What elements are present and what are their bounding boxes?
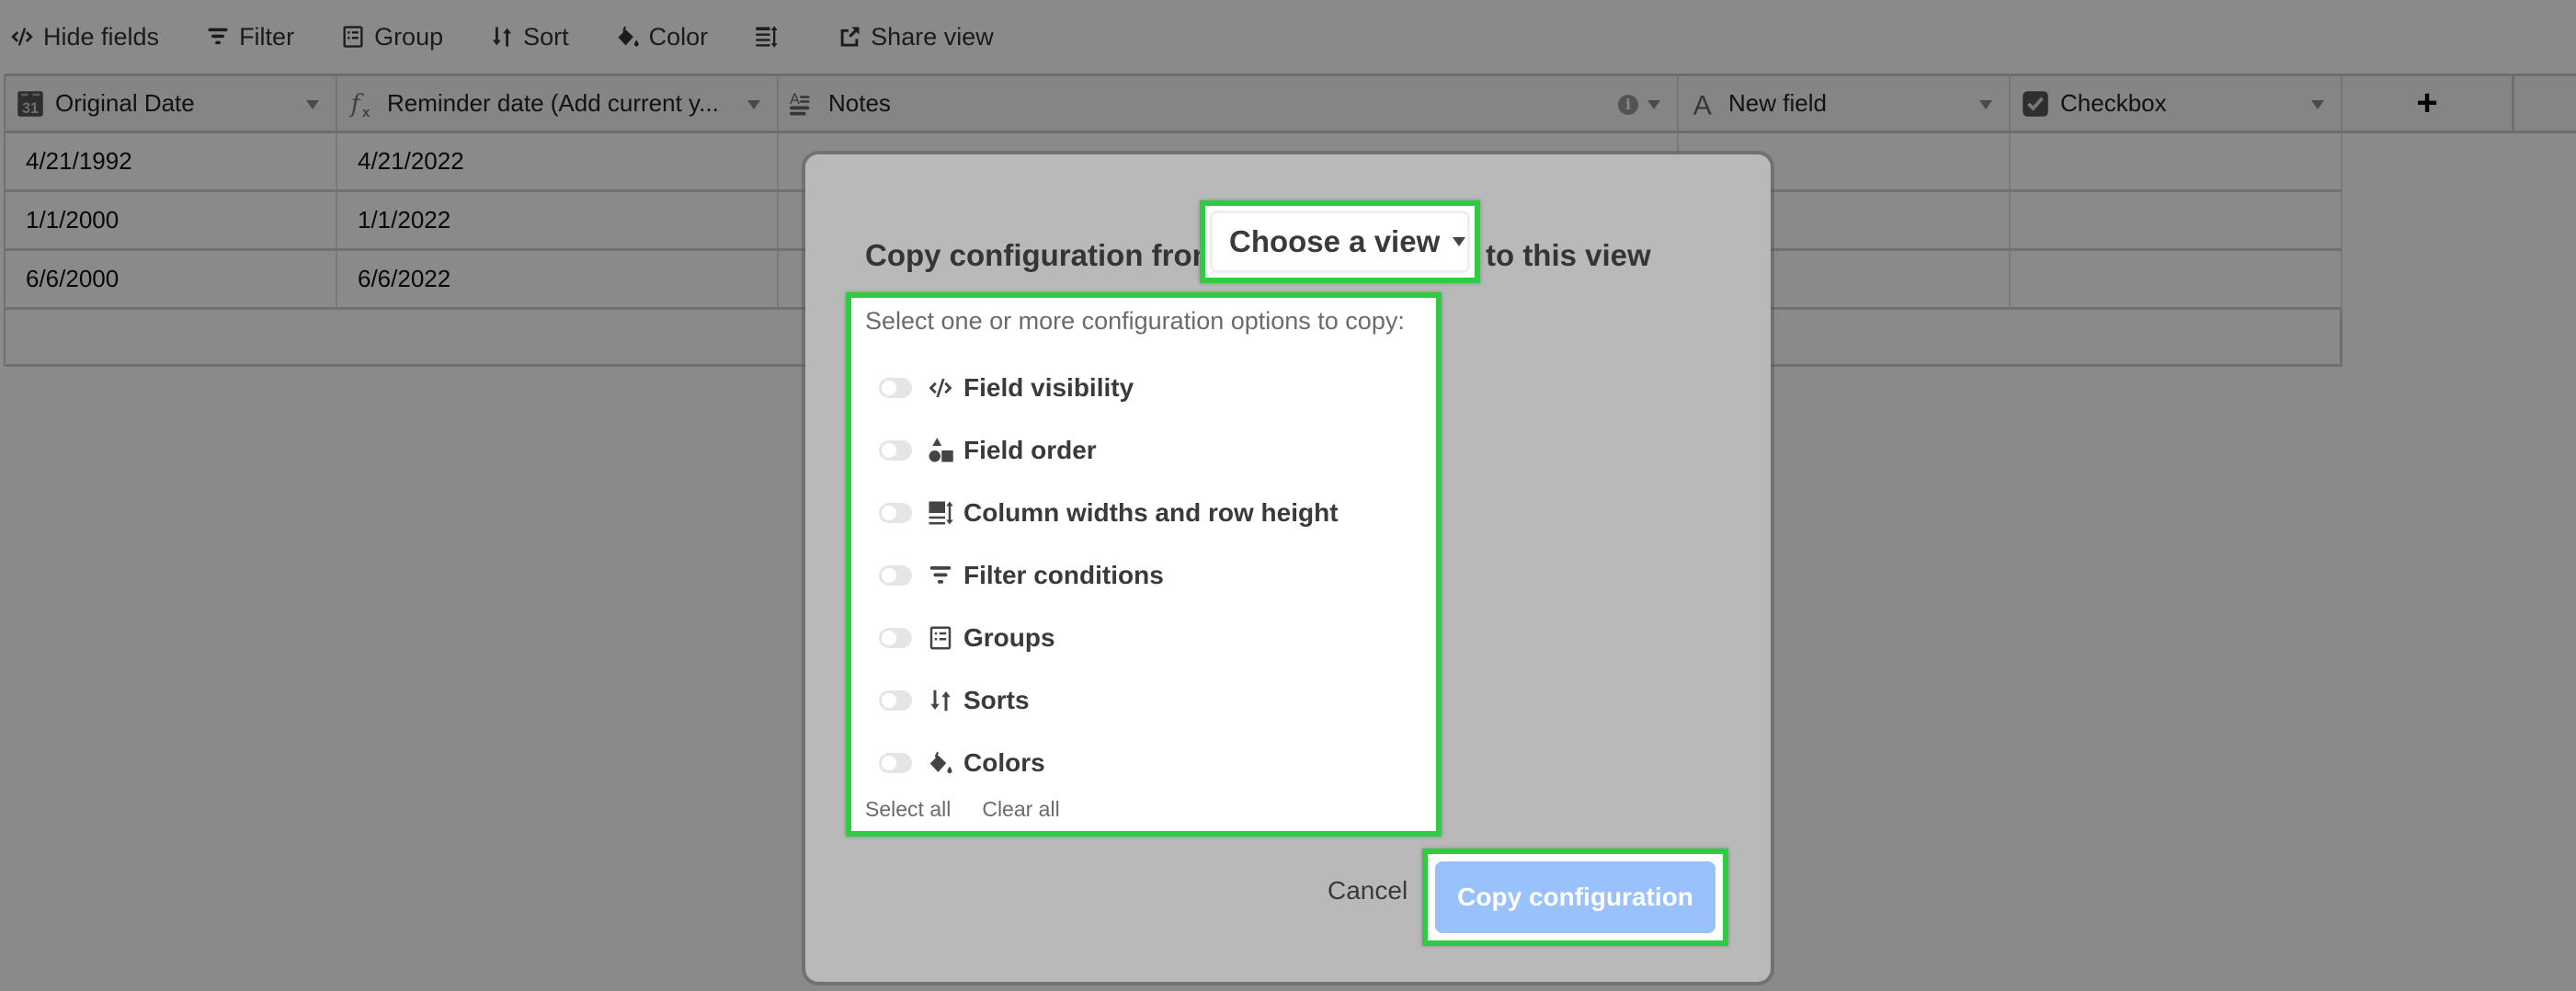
options-footer: Select all Clear all <box>865 797 1060 822</box>
select-all-link[interactable]: Select all <box>865 797 951 822</box>
view-selector-value: Choose a view <box>1229 224 1441 258</box>
copy-configuration-highlight: Copy configuration <box>1422 849 1728 946</box>
title-prefix: Copy configuration from <box>865 238 1219 272</box>
dialog-title: Copy configuration from <box>865 219 1219 292</box>
toggle-field-order[interactable] <box>879 440 912 461</box>
option-groups[interactable]: Groups <box>879 620 1055 656</box>
column-width-icon <box>929 501 953 525</box>
field-visibility-icon <box>929 379 952 397</box>
view-selector-dropdown[interactable]: Choose a view <box>1210 211 1470 273</box>
options-hint: Select one or more configuration options… <box>865 307 1405 335</box>
option-label: Field order <box>963 436 1097 464</box>
toggle-sorts[interactable] <box>879 690 912 711</box>
toggle-column-widths[interactable] <box>879 503 912 523</box>
option-label: Column widths and row height <box>963 498 1339 527</box>
group-icon <box>929 626 952 650</box>
config-options-panel: Select one or more configuration options… <box>846 292 1442 837</box>
option-label: Filter conditions <box>963 561 1164 589</box>
option-column-widths[interactable]: Column widths and row height <box>879 495 1339 531</box>
clear-all-link[interactable]: Clear all <box>982 797 1059 822</box>
color-bucket-icon <box>929 751 952 774</box>
option-colors[interactable]: Colors <box>879 745 1045 781</box>
field-order-icon <box>929 438 953 462</box>
toggle-filter-conditions[interactable] <box>879 565 912 586</box>
option-label: Sorts <box>963 686 1030 714</box>
copy-configuration-button[interactable]: Copy configuration <box>1435 861 1715 933</box>
cancel-button[interactable]: Cancel <box>1328 871 1408 910</box>
toggle-colors[interactable] <box>879 753 912 773</box>
option-label: Field visibility <box>963 373 1134 402</box>
option-filter-conditions[interactable]: Filter conditions <box>879 557 1164 594</box>
toggle-groups[interactable] <box>879 628 912 648</box>
option-field-visibility[interactable]: Field visibility <box>879 370 1134 406</box>
view-selector-highlight: Choose a view <box>1200 200 1480 283</box>
sort-icon <box>930 689 951 712</box>
title-suffix: to this view <box>1486 238 1651 272</box>
toggle-field-visibility[interactable] <box>879 378 912 398</box>
option-field-order[interactable]: Field order <box>879 432 1097 469</box>
option-sorts[interactable]: Sorts <box>879 682 1030 719</box>
caret-down-icon <box>1453 237 1466 246</box>
option-label: Groups <box>963 623 1055 652</box>
copy-configuration-dialog: Copy configuration from to this view Cho… <box>805 154 1771 982</box>
option-label: Colors <box>963 748 1045 777</box>
filter-icon <box>929 566 952 584</box>
